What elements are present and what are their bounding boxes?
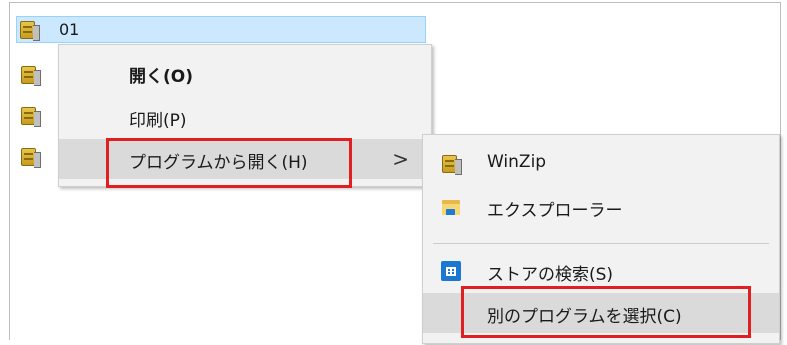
submenu-item-label: エクスプローラー	[487, 201, 623, 221]
file-name: 01	[59, 20, 80, 39]
submenu-item-label: WinZip	[487, 152, 547, 172]
submenu-item-store-search[interactable]: ストアの検索(S)	[423, 251, 779, 291]
archive-icon	[19, 19, 41, 41]
highlight-box-choose-program	[461, 286, 751, 338]
archive-icon	[20, 105, 42, 127]
menu-separator	[433, 243, 769, 244]
menu-item-label: 開く(O)	[129, 67, 193, 87]
menu-item-print[interactable]: 印刷(P)	[59, 97, 431, 137]
file-row-01[interactable]: 01	[16, 16, 426, 43]
submenu-item-explorer[interactable]: エクスプローラー	[423, 187, 779, 227]
submenu-item-label: ストアの検索(S)	[487, 265, 614, 285]
archive-icon	[20, 64, 42, 86]
store-icon	[441, 261, 461, 281]
menu-item-label: 印刷(P)	[129, 111, 187, 131]
highlight-box-open-with	[106, 138, 352, 188]
archive-icon	[20, 146, 42, 168]
winzip-icon	[441, 153, 462, 175]
submenu-item-winzip[interactable]: WinZip	[423, 143, 779, 183]
chevron-right-icon: >	[392, 147, 409, 171]
menu-item-open[interactable]: 開く(O)	[59, 53, 431, 93]
folder-icon	[441, 197, 461, 217]
